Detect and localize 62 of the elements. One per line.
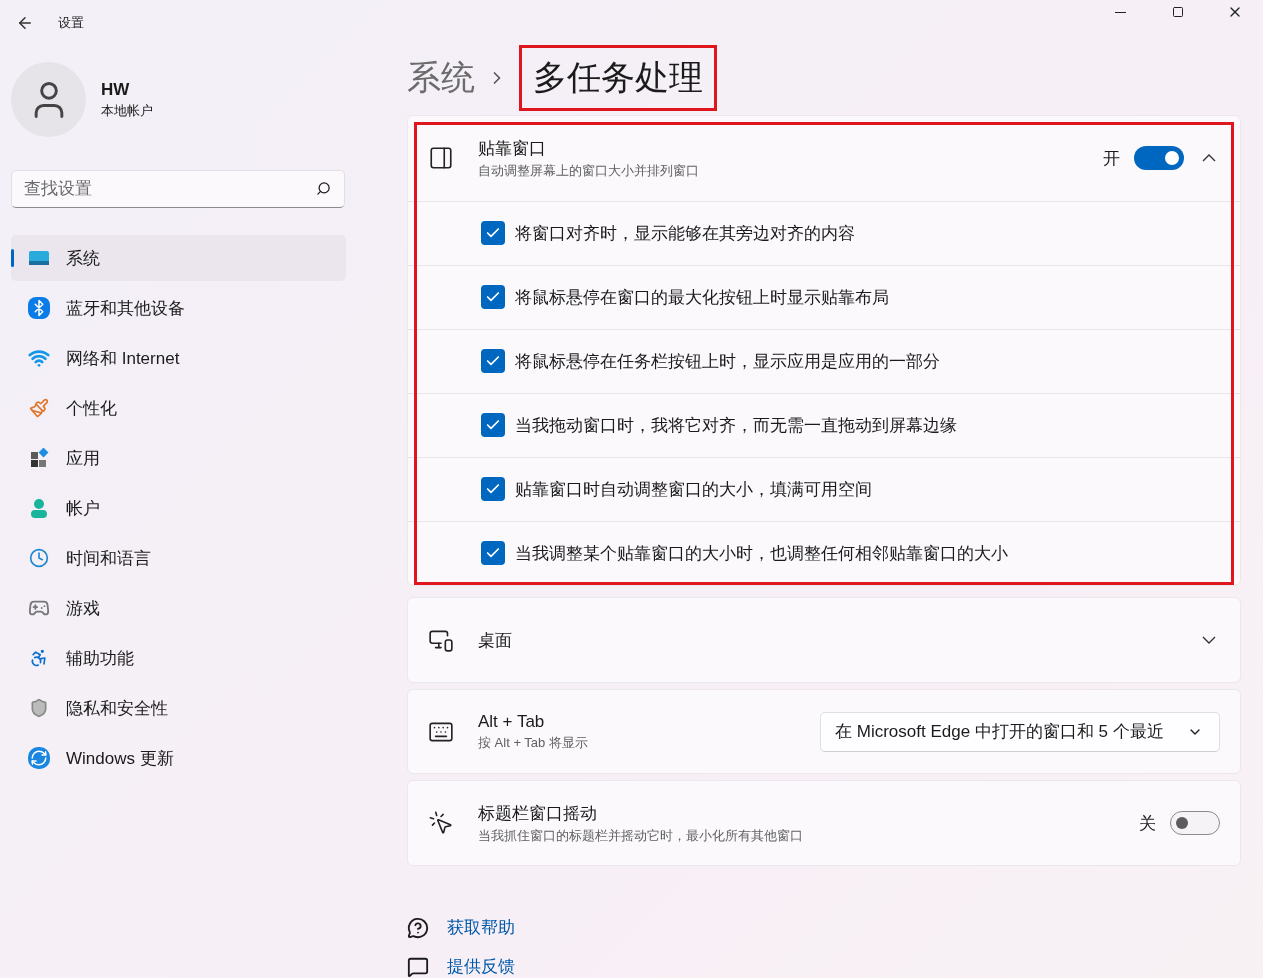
- desktops-card[interactable]: 桌面: [407, 597, 1241, 683]
- checkbox-label: 当我拖动窗口时，我将它对齐，而无需一直拖动到屏幕边缘: [515, 414, 957, 437]
- person-icon: [28, 498, 49, 518]
- setting-title: 桌面: [478, 629, 512, 652]
- setting-title: 贴靠窗口: [478, 137, 547, 160]
- checkbox-label: 当我调整某个贴靠窗口的大小时，也调整任何相邻贴靠窗口的大小: [515, 542, 1008, 565]
- maximize-icon: [1171, 6, 1184, 18]
- window-title: 设置: [58, 13, 84, 32]
- nav-item[interactable]: 系统: [11, 235, 346, 281]
- nav-item[interactable]: 游戏: [11, 585, 346, 631]
- wifi-icon: [27, 347, 50, 369]
- checkbox-label: 将鼠标悬停在任务栏按钮上时，显示应用是应用的一部分: [515, 350, 940, 373]
- checkbox[interactable]: [481, 349, 505, 374]
- setting-description: 当我抓住窗口的标题栏并摇动它时，最小化所有其他窗口: [478, 826, 803, 845]
- nav-item[interactable]: 蓝牙和其他设备: [11, 285, 346, 331]
- snap-window-icon: [428, 145, 454, 172]
- setting-title: 标题栏窗口摇动: [478, 802, 598, 825]
- feedback-icon: [407, 955, 429, 978]
- checkbox[interactable]: [481, 413, 505, 438]
- toggle-state-label: 开: [1103, 147, 1120, 170]
- refresh-icon: [27, 747, 50, 769]
- accessibility-icon: [28, 648, 49, 668]
- dropdown[interactable]: 在 Microsoft Edge 中打开的窗口和 5 个最近: [820, 711, 1220, 752]
- account-type: 本地帐户: [101, 101, 153, 120]
- checkbox-label: 将窗口对齐时，显示能够在其旁边对齐的内容: [515, 222, 855, 245]
- search-field[interactable]: 查找设置: [11, 170, 345, 208]
- checkbox-label: 将鼠标悬停在窗口的最大化按钮上时显示贴靠布局: [515, 286, 889, 309]
- setting-title: Alt + Tab: [478, 711, 546, 732]
- checkbox[interactable]: [481, 221, 505, 246]
- toggle-switch[interactable]: [1170, 811, 1220, 835]
- toggle-state-label: 关: [1139, 812, 1156, 835]
- search-icon: [316, 181, 331, 196]
- clock-icon: [28, 548, 49, 568]
- setting-description: 按 Alt + Tab 将显示: [478, 733, 588, 752]
- page-title: 多任务处理: [533, 56, 703, 98]
- setting-description: 自动调整屏幕上的窗口大小并排列窗口: [478, 161, 699, 180]
- nav-item[interactable]: 隐私和安全性: [11, 685, 346, 731]
- checkbox-label: 贴靠窗口时自动调整窗口的大小，填满可用空间: [515, 478, 872, 501]
- bluetooth-icon: [27, 297, 50, 319]
- minimize-icon: [1115, 11, 1126, 13]
- nav-item[interactable]: 网络和 Internet: [11, 335, 346, 381]
- checkbox[interactable]: [481, 477, 505, 502]
- breadcrumb-link[interactable]: 系统: [407, 54, 475, 101]
- nav-item[interactable]: 应用: [11, 435, 346, 481]
- link[interactable]: 提供反馈: [447, 955, 515, 978]
- help-icon: [407, 916, 429, 939]
- user-name: HW: [101, 79, 131, 100]
- nav-item[interactable]: 时间和语言: [11, 535, 346, 581]
- chevron-up-icon: [1202, 154, 1216, 163]
- toggle-switch[interactable]: [1134, 146, 1184, 171]
- chevron-down-icon: [1202, 636, 1216, 644]
- checkbox[interactable]: [481, 541, 505, 566]
- cursor-click-icon: [428, 810, 454, 836]
- checkbox[interactable]: [481, 285, 505, 310]
- apps-icon: [28, 448, 49, 468]
- nav-item[interactable]: 帐户: [11, 485, 346, 531]
- monitor-icon: [27, 250, 50, 266]
- link[interactable]: 获取帮助: [447, 916, 515, 939]
- nav-item[interactable]: 辅助功能: [11, 635, 346, 681]
- nav-item[interactable]: 个性化: [11, 385, 346, 431]
- nav-item[interactable]: Windows 更新: [11, 735, 346, 781]
- brush-icon: [28, 398, 49, 418]
